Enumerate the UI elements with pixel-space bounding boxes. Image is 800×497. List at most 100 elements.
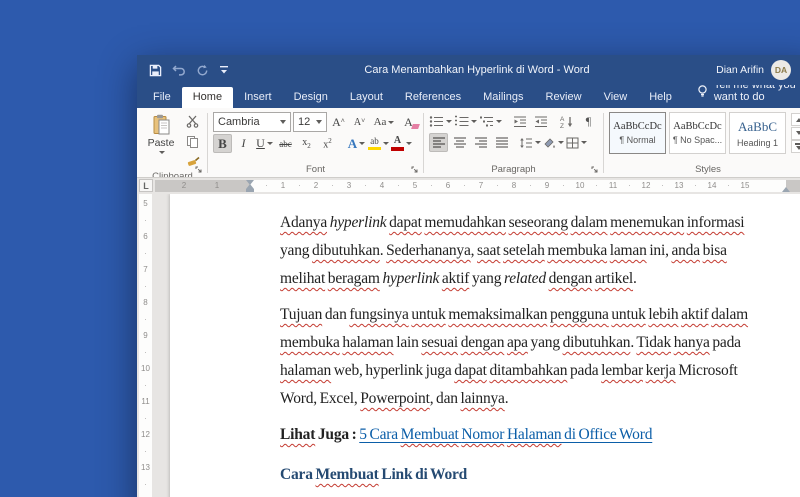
text-effects-button[interactable]: A xyxy=(347,134,366,153)
group-label-clipboard: Clipboard xyxy=(152,171,193,178)
doc-run: , dan xyxy=(430,390,461,407)
doc-run: halaman xyxy=(280,362,331,379)
vertical-ruler[interactable]: 5·6·7·8·9·10·11·12·13· xyxy=(139,194,152,497)
doc-run: aktif xyxy=(442,270,469,287)
doc-hyperlink[interactable]: 5 Cara xyxy=(359,426,400,443)
font-color-button[interactable]: A xyxy=(391,134,412,153)
doc-run: . xyxy=(505,390,509,407)
bullet-list-button[interactable] xyxy=(429,112,452,131)
font-size-select[interactable]: 12 xyxy=(293,112,327,132)
group-label-font: Font xyxy=(306,164,325,175)
doc-line: membuka halaman lain sesuai dengan apa y… xyxy=(280,329,800,357)
styles-more-button[interactable] xyxy=(791,140,800,153)
copy-icon[interactable] xyxy=(183,132,202,151)
styles-scroll-down[interactable] xyxy=(791,127,800,140)
doc-line: halaman web, hyperlink juga dapat ditamb… xyxy=(280,357,800,385)
sort-button[interactable]: AZ xyxy=(558,112,577,131)
tab-help[interactable]: Help xyxy=(638,87,683,108)
shading-button[interactable] xyxy=(543,133,564,152)
tab-view[interactable]: View xyxy=(593,87,639,108)
customize-qat-icon[interactable] xyxy=(219,65,229,75)
paste-icon xyxy=(152,114,171,136)
desktop-background: Cara Menambahkan Hyperlink di Word - Wor… xyxy=(0,0,800,497)
underline-button[interactable]: U xyxy=(255,134,274,153)
align-left-button[interactable] xyxy=(429,133,448,152)
doc-run: Word, Excel, xyxy=(280,390,360,407)
clipboard-dialog-launcher[interactable] xyxy=(193,164,204,175)
strikethrough-button[interactable]: abc xyxy=(276,134,295,153)
show-hide-pilcrow-button[interactable]: ¶ xyxy=(579,112,598,131)
tab-mailings[interactable]: Mailings xyxy=(472,87,534,108)
quick-access-toolbar xyxy=(137,64,229,77)
ruler-number: 6 xyxy=(446,181,450,190)
doc-hyperlink[interactable]: di Office Word xyxy=(561,426,652,443)
highlight-color-button[interactable]: ab xyxy=(368,134,389,153)
word-window: Cara Menambahkan Hyperlink di Word - Wor… xyxy=(137,55,800,497)
ruler-number: 8 xyxy=(512,181,516,190)
decrease-indent-button[interactable] xyxy=(510,112,529,131)
change-case-button[interactable]: Aa xyxy=(371,113,397,132)
style-card--no-spac-[interactable]: AaBbCcDc¶ No Spac... xyxy=(669,112,726,154)
doc-run: membuka xyxy=(280,334,340,351)
doc-run: lebih xyxy=(648,306,678,323)
doc-hyperlink[interactable]: Membuat xyxy=(401,426,459,443)
borders-button[interactable] xyxy=(566,133,587,152)
tab-review[interactable]: Review xyxy=(535,87,593,108)
style-card--normal[interactable]: AaBbCcDc¶ Normal xyxy=(609,112,666,154)
undo-icon[interactable] xyxy=(172,64,186,76)
doc-run: dibutuhkan xyxy=(312,242,380,259)
left-indent-marker[interactable] xyxy=(246,189,254,192)
ruler-number: 6 xyxy=(139,232,152,241)
paste-button[interactable]: Paste xyxy=(143,112,179,154)
multilevel-list-button[interactable] xyxy=(479,112,502,131)
doc-run: hyperlink xyxy=(382,270,439,287)
doc-hyperlink[interactable]: Halaman xyxy=(507,426,562,443)
doc-run: dalam xyxy=(711,306,748,323)
shrink-font-button[interactable]: A˅ xyxy=(350,113,369,132)
doc-hyperlink[interactable]: Nomor xyxy=(461,426,504,443)
numbered-list-button[interactable] xyxy=(454,112,477,131)
tab-insert[interactable]: Insert xyxy=(233,87,283,108)
ruler-number: 11 xyxy=(609,181,617,190)
doc-run: dapat xyxy=(454,362,487,379)
tab-home[interactable]: Home xyxy=(182,87,233,108)
doc-run: apa xyxy=(507,334,528,351)
bold-button[interactable]: B xyxy=(213,134,232,153)
right-indent-marker[interactable] xyxy=(782,187,790,192)
font-dialog-launcher[interactable] xyxy=(409,164,420,175)
font-name-select[interactable]: Cambria xyxy=(213,112,291,132)
cut-icon[interactable] xyxy=(183,112,202,131)
clear-formatting-button[interactable]: A xyxy=(399,113,418,132)
tab-layout[interactable]: Layout xyxy=(339,87,394,108)
ruler-number: 4 xyxy=(380,181,384,190)
account-area[interactable]: Dian Arifin DA xyxy=(716,55,791,85)
ruler-number: 1 xyxy=(215,181,219,190)
justify-button[interactable] xyxy=(492,133,511,152)
tab-design[interactable]: Design xyxy=(283,87,339,108)
style-card-heading-1[interactable]: AaBbCHeading 1 xyxy=(729,112,786,154)
ruler-number: 3 xyxy=(347,181,351,190)
subscript-button[interactable]: x2 xyxy=(297,134,316,153)
align-center-button[interactable] xyxy=(450,133,469,152)
styles-scroll-up[interactable] xyxy=(791,113,800,126)
tab-references[interactable]: References xyxy=(394,87,472,108)
lightbulb-icon xyxy=(697,85,708,98)
avatar[interactable]: DA xyxy=(771,60,791,80)
paragraph-dialog-launcher[interactable] xyxy=(589,164,600,175)
redo-icon[interactable] xyxy=(196,64,209,77)
ruler-tick: · xyxy=(727,181,730,190)
superscript-button[interactable]: x2 xyxy=(318,134,337,153)
save-icon[interactable] xyxy=(149,64,162,77)
doc-run: anda xyxy=(671,242,699,259)
horizontal-ruler[interactable]: 1·2·3·4·5·6·7·8·9·10·11·12·13·14·15·12 xyxy=(155,180,800,192)
tab-selector[interactable]: L xyxy=(139,179,153,192)
italic-button[interactable]: I xyxy=(234,134,253,153)
grow-font-button[interactable]: A˄ xyxy=(329,113,348,132)
doc-run: yang xyxy=(469,270,504,287)
line-spacing-button[interactable] xyxy=(519,133,541,152)
document-page[interactable]: Adanya hyperlink dapat memudahkan seseor… xyxy=(170,194,800,497)
align-right-button[interactable] xyxy=(471,133,490,152)
increase-indent-button[interactable] xyxy=(531,112,550,131)
tab-file[interactable]: File xyxy=(142,87,182,108)
doc-run: pada xyxy=(710,334,741,351)
